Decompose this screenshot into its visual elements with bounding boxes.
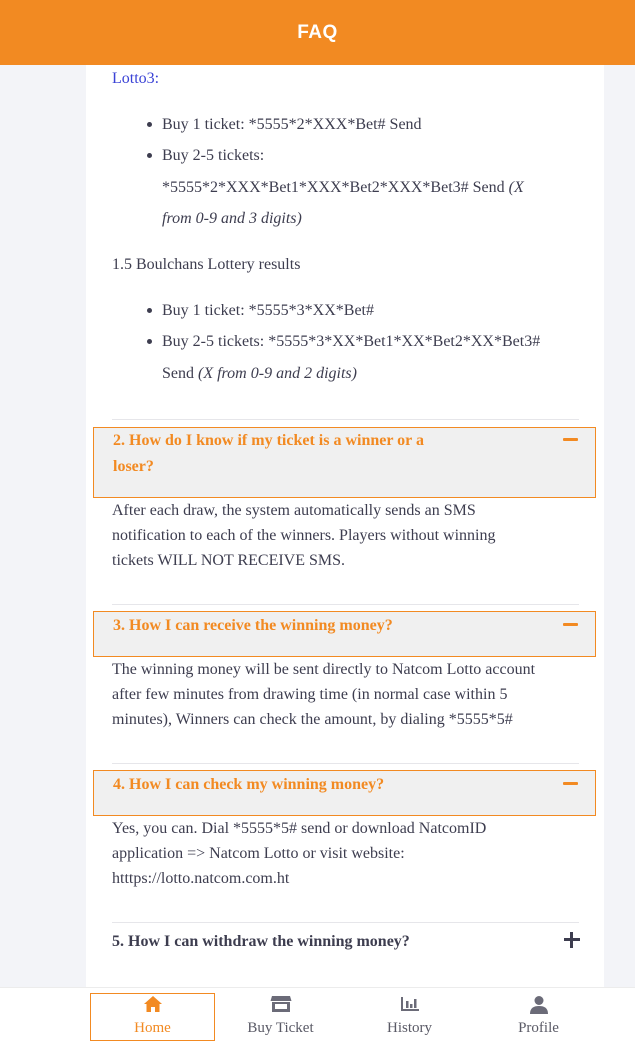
lotto3-item-2-line2: *5555*2*XXX*Bet1*XXX*Bet2*XXX*Bet3# Send… — [162, 175, 524, 200]
bullet — [147, 122, 152, 127]
boulchans-item-2-send: Send — [162, 365, 198, 382]
nav-profile[interactable]: Profile — [476, 987, 601, 1042]
faq-question-5-title[interactable]: 5. How I can withdraw the winning money? — [112, 929, 410, 955]
lotto3-label: Lotto3: — [112, 70, 160, 87]
collapse-icon[interactable] — [563, 438, 578, 441]
boulchans-item-2-line1: Buy 2-5 tickets: *5555*3*XX*Bet1*XX*Bet2… — [162, 333, 541, 350]
faq-answer-2-line: After each draw, the system automaticall… — [112, 502, 476, 519]
faq-answer-3: The winning money will be sent directly … — [112, 657, 535, 732]
faq-question-2-line1: 2. How do I know if my ticket is a winne… — [113, 432, 424, 449]
lotto3-item-2-note: (X — [508, 179, 524, 196]
collapse-icon[interactable] — [563, 623, 578, 626]
faq-answer-2-line: notification to each of the winners. Pla… — [112, 527, 496, 544]
bar-chart-icon — [400, 997, 419, 1011]
faq-question-2-line2: loser? — [113, 458, 154, 475]
faq-answer-3-line: The winning money will be sent directly … — [112, 661, 536, 678]
nav-home-label: Home — [134, 1020, 171, 1036]
nav-buy-ticket-label: Buy Ticket — [247, 1020, 314, 1036]
page-title: FAQ — [297, 21, 338, 43]
lotto3-item-2-line1: Buy 2-5 tickets: — [162, 147, 265, 164]
lotto3-item-2-code: *5555*2*XXX*Bet1*XXX*Bet2*XXX*Bet3# Send — [162, 179, 509, 196]
divider — [112, 763, 579, 764]
nav-home[interactable]: Home — [90, 987, 215, 1042]
boulchans-heading: 1.5 Boulchans Lottery results — [112, 256, 301, 273]
divider — [112, 604, 579, 605]
store-icon — [270, 996, 291, 1012]
faq-question-3-title[interactable]: 3. How I can receive the winning money? — [113, 613, 393, 639]
boulchans-item-2-line2: Send (X from 0-9 and 2 digits) — [162, 361, 357, 386]
faq-answer-4-line: htttps://lotto.natcom.com.ht — [112, 870, 290, 887]
bullet — [147, 339, 152, 344]
faq-question-4-title[interactable]: 4. How I can check my winning money? — [113, 772, 384, 798]
nav-profile-label: Profile — [518, 1020, 559, 1036]
top-bar: FAQ — [0, 0, 635, 65]
bullet — [147, 308, 152, 313]
faq-answer-4-line: application => Natcom Lotto or visit web… — [112, 845, 405, 862]
bullet — [147, 153, 152, 158]
boulchans-item-1: Buy 1 ticket: *5555*3*XX*Bet# — [162, 302, 374, 319]
faq-answer-3-line: minutes), Winners can check the amount, … — [112, 711, 513, 728]
nav-buy-ticket[interactable]: Buy Ticket — [218, 987, 343, 1042]
home-icon — [143, 996, 162, 1012]
lotto3-item-2-note-cont: from 0-9 and 3 digits) — [162, 210, 302, 227]
divider — [112, 922, 579, 923]
collapse-icon[interactable] — [563, 782, 578, 785]
faq-answer-2-line: tickets WILL NOT RECEIVE SMS. — [112, 552, 346, 569]
faq-answer-3-line: after few minutes from drawing time (in … — [112, 686, 508, 703]
faq-answer-4: Yes, you can. Dial *5555*5# send or down… — [112, 816, 486, 891]
divider — [112, 419, 579, 420]
nav-history[interactable]: History — [347, 987, 472, 1042]
expand-icon[interactable] — [564, 932, 580, 948]
faq-answer-2: After each draw, the system automaticall… — [112, 498, 495, 573]
boulchans-item-2-note: (X from 0-9 and 2 digits) — [198, 365, 357, 382]
faq-question-2-title[interactable]: 2. How do I know if my ticket is a winne… — [113, 428, 424, 480]
faq-card: Lotto3: Buy 1 ticket: *5555*2*XXX*Bet# S… — [86, 65, 604, 990]
faq-answer-4-line: Yes, you can. Dial *5555*5# send or down… — [112, 820, 487, 837]
lotto3-item-1: Buy 1 ticket: *5555*2*XXX*Bet# Send — [162, 116, 422, 133]
nav-history-label: History — [387, 1020, 432, 1036]
user-icon — [529, 996, 548, 1014]
